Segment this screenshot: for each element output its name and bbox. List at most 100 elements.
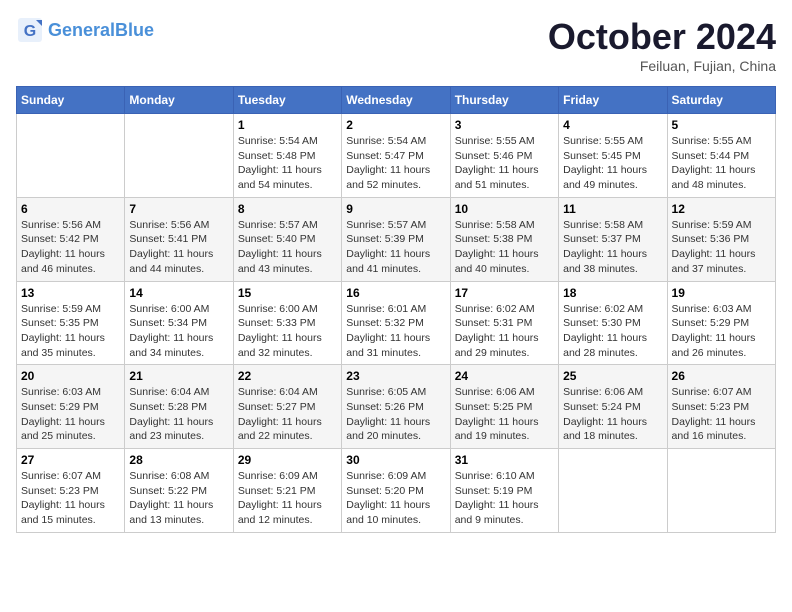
weekday-saturday: Saturday: [667, 87, 775, 114]
day-number: 27: [21, 453, 120, 467]
calendar-cell: 6Sunrise: 5:56 AM Sunset: 5:42 PM Daylig…: [17, 197, 125, 281]
day-number: 21: [129, 369, 228, 383]
day-number: 20: [21, 369, 120, 383]
calendar-cell: 2Sunrise: 5:54 AM Sunset: 5:47 PM Daylig…: [342, 114, 450, 198]
day-info: Sunrise: 5:58 AM Sunset: 5:38 PM Dayligh…: [455, 218, 554, 277]
calendar-cell: 3Sunrise: 5:55 AM Sunset: 5:46 PM Daylig…: [450, 114, 558, 198]
day-number: 7: [129, 202, 228, 216]
calendar-cell: 26Sunrise: 6:07 AM Sunset: 5:23 PM Dayli…: [667, 365, 775, 449]
calendar-cell: 17Sunrise: 6:02 AM Sunset: 5:31 PM Dayli…: [450, 281, 558, 365]
calendar-cell: 30 Sunrise: 6:09 AM Sunset: 5:20 PM Dayli…: [342, 449, 450, 533]
day-info: Sunrise: 6:05 AM Sunset: 5:26 PM Dayligh…: [346, 385, 445, 444]
day-number: 23: [346, 369, 445, 383]
calendar-cell: 19 Sunrise: 6:03 AM Sunset: 5:29 PM Dayli…: [667, 281, 775, 365]
day-number: 4: [563, 118, 662, 132]
svg-text:G: G: [24, 23, 36, 40]
calendar-cell: 23 Sunrise: 6:05 AM Sunset: 5:26 PM Dayli…: [342, 365, 450, 449]
calendar-body: 1 Sunrise: 5:54 AM Sunset: 5:48 PM Daylig…: [17, 114, 776, 533]
calendar-cell: 9 Sunrise: 5:57 AM Sunset: 5:39 PM Daylig…: [342, 197, 450, 281]
logo-text: GeneralBlue: [48, 20, 154, 41]
calendar-cell: 18Sunrise: 6:02 AM Sunset: 5:30 PM Dayli…: [559, 281, 667, 365]
calendar-cell: 25 Sunrise: 6:06 AM Sunset: 5:24 PM Dayli…: [559, 365, 667, 449]
calendar-cell: 14Sunrise: 6:00 AM Sunset: 5:34 PM Dayli…: [125, 281, 233, 365]
day-info: Sunrise: 6:08 AM Sunset: 5:22 PM Dayligh…: [129, 469, 228, 528]
calendar-week-4: 20 Sunrise: 6:03 AM Sunset: 5:29 PM Dayli…: [17, 365, 776, 449]
calendar-cell: [125, 114, 233, 198]
calendar-week-5: 27Sunrise: 6:07 AM Sunset: 5:23 PM Dayli…: [17, 449, 776, 533]
day-number: 31: [455, 453, 554, 467]
calendar-week-2: 6Sunrise: 5:56 AM Sunset: 5:42 PM Daylig…: [17, 197, 776, 281]
day-number: 22: [238, 369, 337, 383]
calendar-cell: 7 Sunrise: 5:56 AM Sunset: 5:41 PM Daylig…: [125, 197, 233, 281]
day-info: Sunrise: 5:56 AM Sunset: 5:41 PM Dayligh…: [129, 218, 228, 277]
day-info: Sunrise: 5:55 AM Sunset: 5:46 PM Dayligh…: [455, 134, 554, 193]
day-info: Sunrise: 6:01 AM Sunset: 5:32 PM Dayligh…: [346, 302, 445, 361]
location: Feiluan, Fujian, China: [548, 58, 776, 74]
day-number: 1: [238, 118, 337, 132]
day-info: Sunrise: 6:03 AM Sunset: 5:29 PM Dayligh…: [21, 385, 120, 444]
calendar-cell: [667, 449, 775, 533]
day-number: 19: [672, 286, 771, 300]
calendar-cell: 24 Sunrise: 6:06 AM Sunset: 5:25 PM Dayli…: [450, 365, 558, 449]
logo-icon: G: [16, 16, 44, 44]
weekday-monday: Monday: [125, 87, 233, 114]
calendar-week-1: 1 Sunrise: 5:54 AM Sunset: 5:48 PM Daylig…: [17, 114, 776, 198]
day-info: Sunrise: 5:59 AM Sunset: 5:36 PM Dayligh…: [672, 218, 771, 277]
calendar-cell: 20 Sunrise: 6:03 AM Sunset: 5:29 PM Dayli…: [17, 365, 125, 449]
title-block: October 2024 Feiluan, Fujian, China: [548, 16, 776, 74]
calendar-cell: 11 Sunrise: 5:58 AM Sunset: 5:37 PM Dayli…: [559, 197, 667, 281]
day-number: 5: [672, 118, 771, 132]
day-info: Sunrise: 6:02 AM Sunset: 5:31 PM Dayligh…: [455, 302, 554, 361]
calendar-cell: 1 Sunrise: 5:54 AM Sunset: 5:48 PM Daylig…: [233, 114, 341, 198]
day-info: Sunrise: 6:10 AM Sunset: 5:19 PM Dayligh…: [455, 469, 554, 528]
calendar-cell: 28 Sunrise: 6:08 AM Sunset: 5:22 PM Dayli…: [125, 449, 233, 533]
calendar-cell: 13 Sunrise: 5:59 AM Sunset: 5:35 PM Dayli…: [17, 281, 125, 365]
month-title: October 2024: [548, 16, 776, 58]
day-number: 24: [455, 369, 554, 383]
day-number: 11: [563, 202, 662, 216]
day-info: Sunrise: 6:09 AM Sunset: 5:20 PM Dayligh…: [346, 469, 445, 528]
calendar-table: SundayMondayTuesdayWednesdayThursdayFrid…: [16, 86, 776, 533]
day-info: Sunrise: 6:06 AM Sunset: 5:25 PM Dayligh…: [455, 385, 554, 444]
day-number: 2: [346, 118, 445, 132]
day-info: Sunrise: 6:00 AM Sunset: 5:33 PM Dayligh…: [238, 302, 337, 361]
day-info: Sunrise: 5:58 AM Sunset: 5:37 PM Dayligh…: [563, 218, 662, 277]
calendar-cell: 16Sunrise: 6:01 AM Sunset: 5:32 PM Dayli…: [342, 281, 450, 365]
day-info: Sunrise: 5:59 AM Sunset: 5:35 PM Dayligh…: [21, 302, 120, 361]
logo: G GeneralBlue: [16, 16, 154, 44]
day-info: Sunrise: 5:57 AM Sunset: 5:39 PM Dayligh…: [346, 218, 445, 277]
weekday-header-row: SundayMondayTuesdayWednesdayThursdayFrid…: [17, 87, 776, 114]
day-info: Sunrise: 6:02 AM Sunset: 5:30 PM Dayligh…: [563, 302, 662, 361]
calendar-cell: 22 Sunrise: 6:04 AM Sunset: 5:27 PM Dayli…: [233, 365, 341, 449]
calendar-cell: 21Sunrise: 6:04 AM Sunset: 5:28 PM Dayli…: [125, 365, 233, 449]
calendar-cell: [559, 449, 667, 533]
weekday-sunday: Sunday: [17, 87, 125, 114]
day-info: Sunrise: 6:09 AM Sunset: 5:21 PM Dayligh…: [238, 469, 337, 528]
day-number: 28: [129, 453, 228, 467]
day-number: 6: [21, 202, 120, 216]
day-number: 30: [346, 453, 445, 467]
day-info: Sunrise: 5:54 AM Sunset: 5:48 PM Dayligh…: [238, 134, 337, 193]
day-info: Sunrise: 6:06 AM Sunset: 5:24 PM Dayligh…: [563, 385, 662, 444]
calendar-cell: [17, 114, 125, 198]
day-info: Sunrise: 6:03 AM Sunset: 5:29 PM Dayligh…: [672, 302, 771, 361]
day-number: 14: [129, 286, 228, 300]
day-number: 13: [21, 286, 120, 300]
calendar-cell: 29 Sunrise: 6:09 AM Sunset: 5:21 PM Dayli…: [233, 449, 341, 533]
day-number: 25: [563, 369, 662, 383]
calendar-cell: 12Sunrise: 5:59 AM Sunset: 5:36 PM Dayli…: [667, 197, 775, 281]
day-info: Sunrise: 6:07 AM Sunset: 5:23 PM Dayligh…: [672, 385, 771, 444]
calendar-cell: 5Sunrise: 5:55 AM Sunset: 5:44 PM Daylig…: [667, 114, 775, 198]
calendar-cell: 31 Sunrise: 6:10 AM Sunset: 5:19 PM Dayli…: [450, 449, 558, 533]
weekday-friday: Friday: [559, 87, 667, 114]
calendar-cell: 10Sunrise: 5:58 AM Sunset: 5:38 PM Dayli…: [450, 197, 558, 281]
day-number: 9: [346, 202, 445, 216]
calendar-cell: 4 Sunrise: 5:55 AM Sunset: 5:45 PM Daylig…: [559, 114, 667, 198]
day-info: Sunrise: 5:55 AM Sunset: 5:45 PM Dayligh…: [563, 134, 662, 193]
calendar-week-3: 13 Sunrise: 5:59 AM Sunset: 5:35 PM Dayli…: [17, 281, 776, 365]
weekday-tuesday: Tuesday: [233, 87, 341, 114]
day-info: Sunrise: 6:04 AM Sunset: 5:27 PM Dayligh…: [238, 385, 337, 444]
day-number: 8: [238, 202, 337, 216]
weekday-thursday: Thursday: [450, 87, 558, 114]
day-number: 29: [238, 453, 337, 467]
